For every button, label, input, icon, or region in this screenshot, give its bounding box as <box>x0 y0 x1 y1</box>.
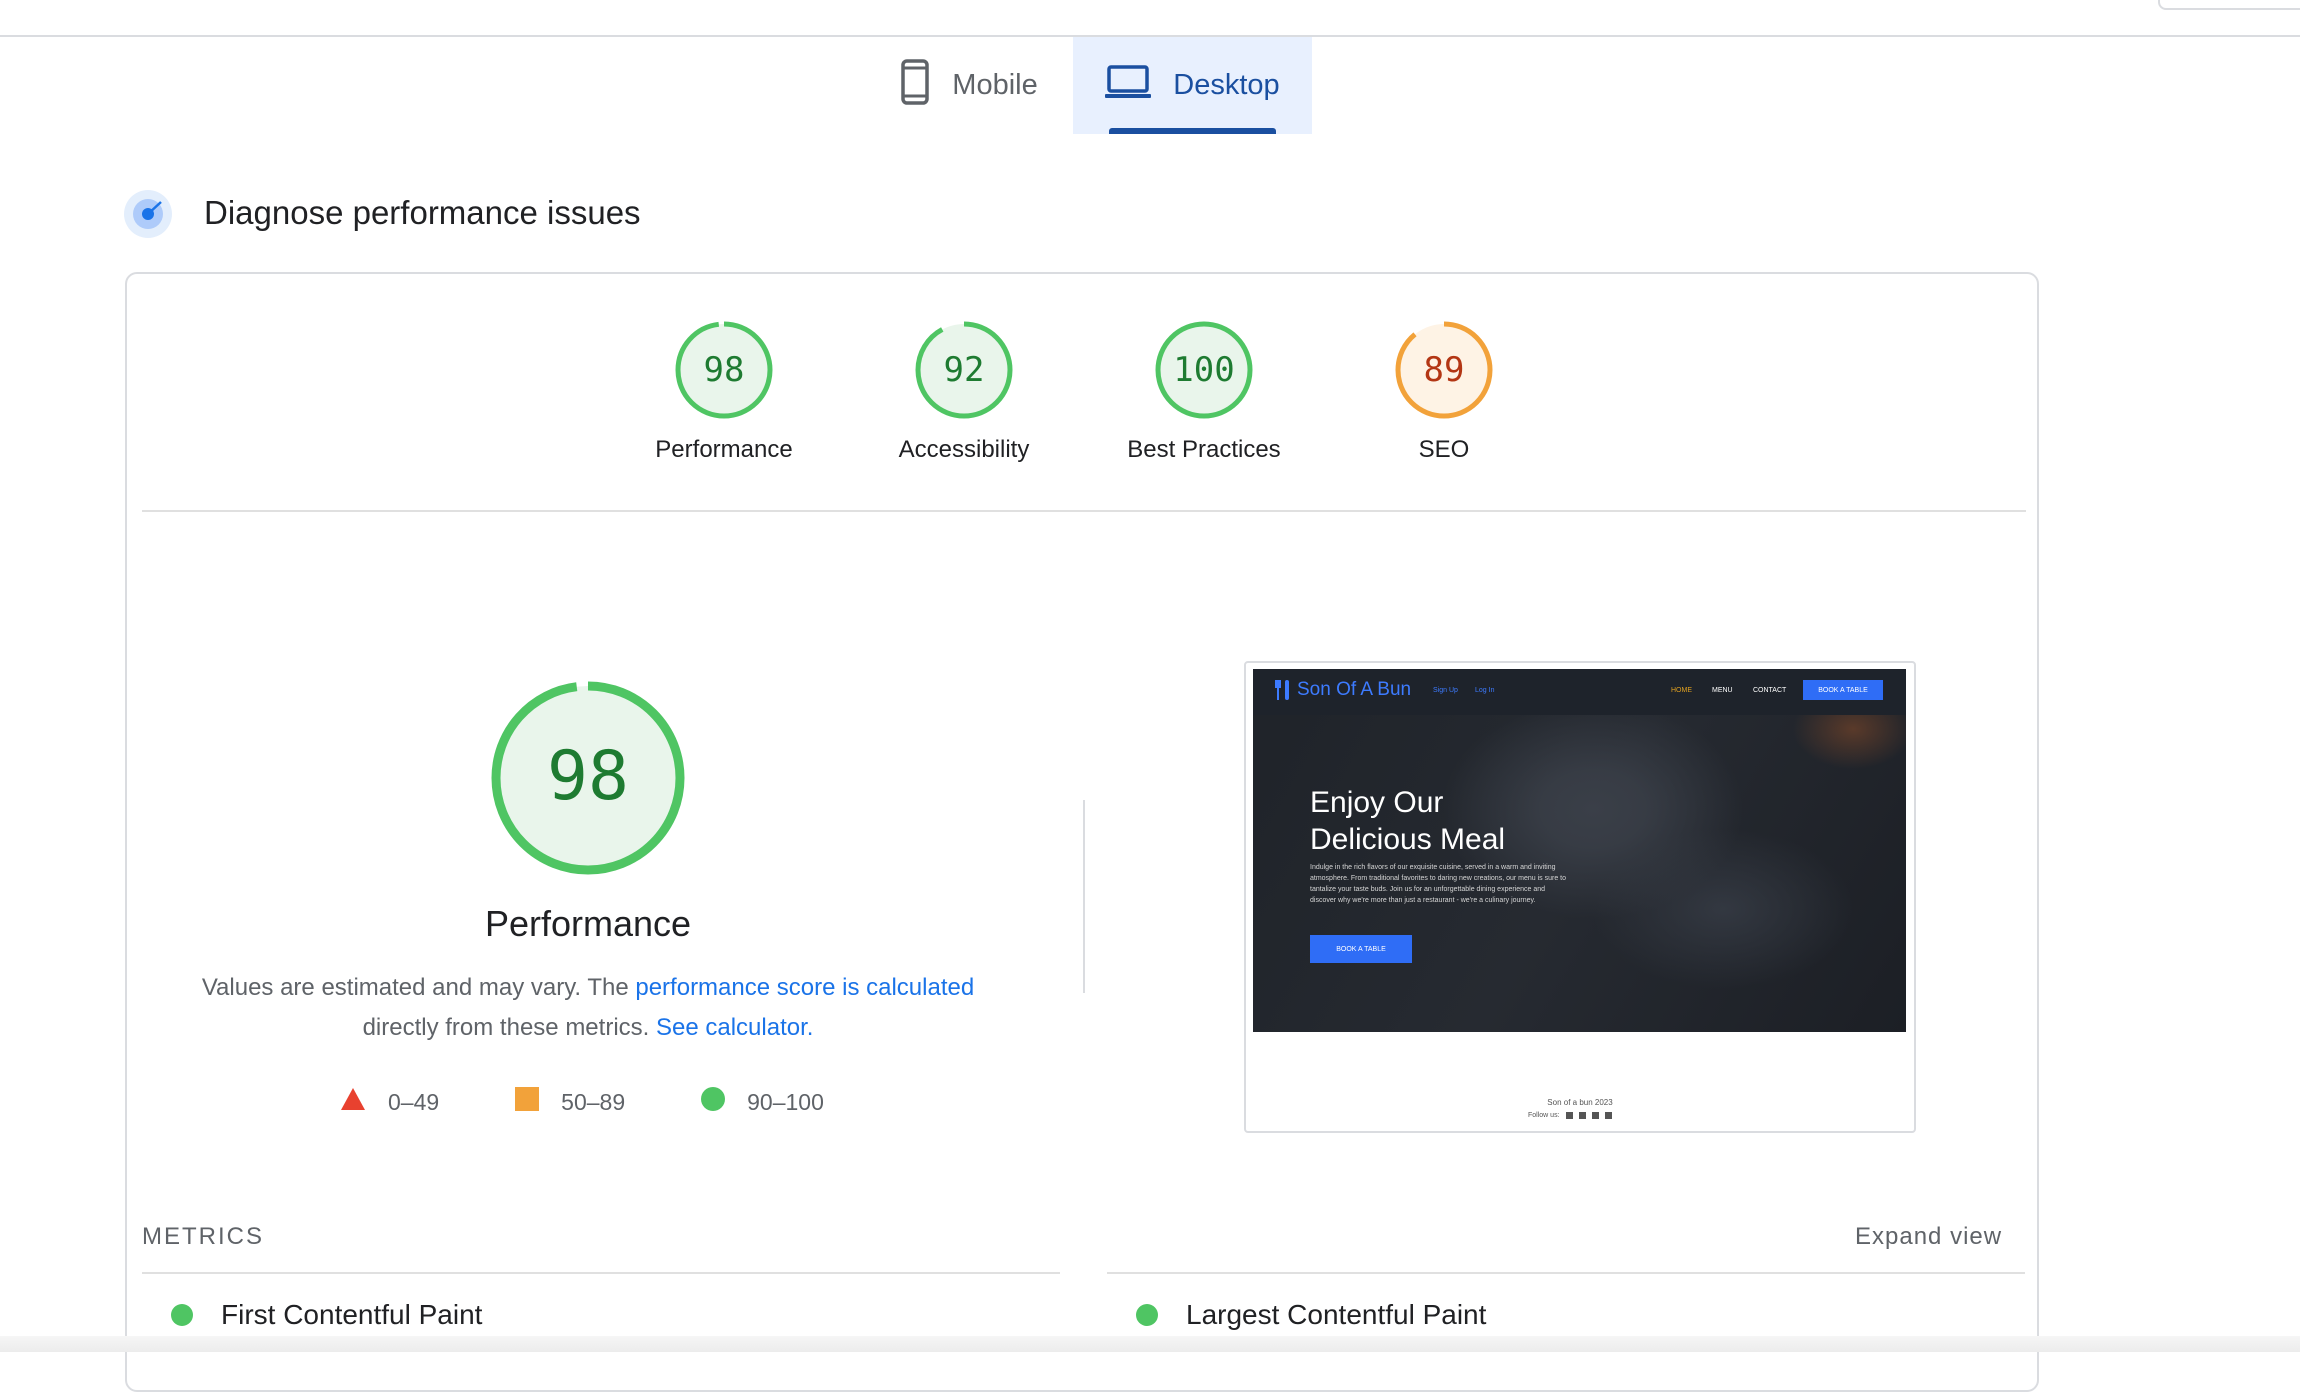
instagram-icon <box>1578 1112 1586 1119</box>
gauge-seo[interactable]: 89 SEO <box>1324 320 1564 464</box>
laptop-icon <box>1105 64 1152 107</box>
gauge-best-practices-label: Best Practices <box>1127 436 1281 463</box>
thumbnail-follow-label: Follow us: <box>1528 1112 1560 1119</box>
gauge-accessibility[interactable]: 92 Accessibility <box>844 320 1084 464</box>
metric-largest-contentful-paint: Largest Contentful Paint <box>1136 1299 1486 1331</box>
tab-mobile[interactable]: Mobile <box>866 37 1072 134</box>
legend-good-label: 90–100 <box>747 1088 824 1115</box>
gauge-performance-score: 98 <box>704 350 745 390</box>
gauge-accessibility-ring: 92 <box>915 321 1013 419</box>
desc-prefix: Values are estimated and may vary. The <box>201 974 636 1001</box>
gauge-best-practices[interactable]: 100 Best Practices <box>1084 320 1324 464</box>
diagnose-icon <box>123 189 173 239</box>
triangle-icon <box>340 1087 366 1117</box>
good-dot-icon <box>171 1304 193 1326</box>
metrics-divider-right <box>1107 1272 2025 1274</box>
phone-icon <box>900 58 930 113</box>
metric-first-contentful-paint: First Contentful Paint <box>171 1299 482 1331</box>
gauge-accessibility-score: 92 <box>944 350 985 390</box>
gauge-best-practices-score: 100 <box>1173 350 1234 390</box>
expand-view-button[interactable]: Expand view <box>1855 1223 2002 1251</box>
thumbnail-body: Indulge in the rich flavors of our exqui… <box>1310 864 1567 904</box>
desc-mid: directly from these metrics. <box>362 1014 656 1041</box>
metrics-divider-left <box>142 1272 1060 1274</box>
performance-big-gauge: 98 <box>488 678 688 878</box>
section-title: Diagnose performance issues <box>204 194 641 231</box>
thumbnail-login: Log In <box>1475 687 1495 694</box>
thumbnail-signup: Sign Up <box>1433 687 1458 694</box>
gauge-seo-label: SEO <box>1418 436 1470 463</box>
fork-knife-icon <box>1275 680 1289 700</box>
facebook-icon <box>1565 1112 1573 1119</box>
gauges-divider <box>142 510 2026 512</box>
bottom-fade <box>0 1336 2300 1352</box>
gauge-performance-ring: 98 <box>675 321 773 419</box>
thumbnail-heading: Enjoy Our Delicious Meal <box>1310 786 1506 856</box>
legend-poor-label: 0–49 <box>388 1088 440 1115</box>
thumbnail-follow: Follow us: <box>1528 1112 1612 1119</box>
tab-desktop-label: Desktop <box>1173 69 1280 101</box>
tab-desktop[interactable]: Desktop <box>1073 37 1312 134</box>
legend-poor: 0–49 <box>340 1087 439 1117</box>
metrics-heading: METRICS <box>142 1223 264 1250</box>
circle-icon <box>701 1087 726 1117</box>
see-calculator-link[interactable]: See calculator. <box>656 1014 813 1041</box>
performance-title: Performance <box>484 903 692 944</box>
thumbnail-nav-menu: MENU <box>1712 687 1733 694</box>
thumbnail-footer: Son of a bun 2023 <box>1547 1098 1613 1107</box>
legend-average: 50–89 <box>515 1087 625 1117</box>
square-icon <box>515 1087 540 1117</box>
thumbnail-logo: Son Of A Bun <box>1275 679 1411 701</box>
gauge-seo-score: 89 <box>1424 350 1465 390</box>
score-calculated-link[interactable]: performance score is calculated <box>635 974 974 1001</box>
metric-lcp-label: Largest Contentful Paint <box>1186 1299 1487 1330</box>
thumbnail-nav-book: BOOK A TABLE <box>1803 680 1883 700</box>
thumbnail-logo-text: Son Of A Bun <box>1297 679 1412 700</box>
score-legend: 0–49 50–89 90–100 <box>340 1087 900 1117</box>
tab-mobile-label: Mobile <box>952 69 1038 101</box>
gauge-best-practices-ring: 100 <box>1155 321 1253 419</box>
metric-fcp-label: First Contentful Paint <box>221 1299 483 1330</box>
gauge-accessibility-label: Accessibility <box>898 436 1030 463</box>
thumbnail-nav-home: HOME <box>1671 687 1692 694</box>
active-tab-indicator <box>1109 128 1276 134</box>
page-screenshot: Son Of A Bun Sign Up Log In HOME MENU CO… <box>1253 669 1906 1032</box>
vertical-divider <box>1083 800 1085 993</box>
thumbnail-nav-contact: CONTACT <box>1753 687 1787 694</box>
gauge-performance-label: Performance <box>655 436 793 463</box>
performance-description: Values are estimated and may vary. The p… <box>180 968 996 1048</box>
legend-average-label: 50–89 <box>561 1088 626 1115</box>
thumbnail-cta: BOOK A TABLE <box>1310 935 1412 963</box>
gauge-performance[interactable]: 98 Performance <box>604 320 844 464</box>
gauge-seo-ring: 89 <box>1395 321 1493 419</box>
performance-big-score: 98 <box>547 737 629 816</box>
twitter-icon <box>1591 1112 1599 1119</box>
good-dot-icon <box>1136 1304 1158 1326</box>
top-right-control[interactable] <box>2158 0 2300 10</box>
mail-icon <box>1604 1112 1612 1119</box>
legend-good: 90–100 <box>701 1087 824 1117</box>
